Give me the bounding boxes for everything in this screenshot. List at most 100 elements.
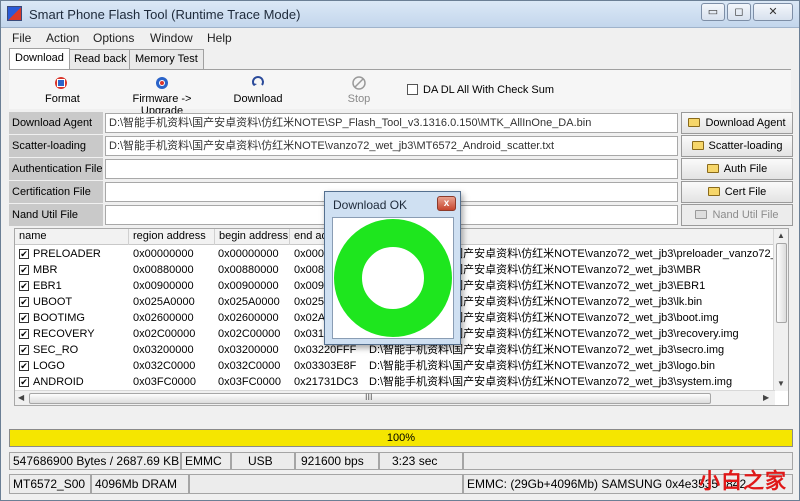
firmware-upgrade-button[interactable]: Firmware -> Upgrade (112, 76, 212, 117)
partition-name: UBOOT (33, 296, 73, 308)
table-row[interactable]: ✔ ANDROID 0x03FC0000 0x03FC0000 0x21731DC3 D:… (15, 374, 775, 390)
menu-bar: File Action Options Window Help (1, 29, 799, 48)
vertical-scrollbar[interactable]: ▲ ▼ (773, 229, 788, 391)
region-address: 0x03200000 (133, 344, 194, 356)
title-bar[interactable]: Smart Phone Flash Tool (Runtime Trace Mo… (1, 1, 799, 28)
dialog-close-button[interactable]: x (437, 196, 456, 211)
scatter-button-label: Scatter-loading (708, 140, 783, 152)
download-agent-button-label: Download Agent (705, 117, 786, 129)
scroll-down-icon[interactable]: ▼ (777, 379, 785, 388)
firmware-upgrade-icon (156, 77, 168, 89)
horizontal-scroll-thumb[interactable]: III (29, 392, 711, 404)
tab-download[interactable]: Download (9, 48, 70, 69)
download-agent-input[interactable]: D:\智能手机资料\国产安卓资料\仿红米NOTE\SP_Flash_Tool_v… (105, 113, 678, 133)
partition-name: EBR1 (33, 280, 62, 292)
status-baud: 921600 bps (295, 452, 379, 470)
da-dl-checksum-label: DA DL All With Check Sum (423, 84, 555, 96)
scatter-input[interactable]: D:\智能手机资料\国产安卓资料\仿红米NOTE\vanzo72_wet_jb3… (105, 136, 678, 156)
stop-icon (352, 76, 366, 90)
begin-address: 0x032C0000 (218, 360, 281, 372)
menu-help[interactable]: Help (207, 31, 232, 45)
region-address: 0x02C00000 (133, 328, 196, 340)
scatter-loading-button[interactable]: Scatter-loading (681, 135, 793, 157)
format-label: Format (45, 93, 80, 105)
begin-address: 0x00000000 (218, 248, 279, 260)
window-title: Smart Phone Flash Tool (Runtime Trace Mo… (29, 7, 301, 22)
nand-util-button[interactable]: Nand Util File (681, 204, 793, 226)
status-storage: EMMC (181, 452, 231, 470)
row-checkbox[interactable]: ✔ (19, 377, 29, 387)
progress-text: 100% (386, 432, 416, 444)
scatter-label: Scatter-loading File (9, 135, 103, 174)
horizontal-scrollbar[interactable]: ◀ III ▶ (15, 390, 775, 405)
auth-file-button[interactable]: Auth File (681, 158, 793, 180)
tab-memory-test[interactable]: Memory Test (129, 49, 204, 69)
status-bar-top: 547686900 Bytes / 2687.69 KB EMMC USB 92… (9, 452, 793, 470)
vertical-scroll-thumb[interactable] (776, 243, 787, 323)
col-begin-address[interactable]: begin address (215, 229, 290, 245)
partition-name: BOOTIMG (33, 312, 85, 324)
auth-input[interactable] (105, 159, 678, 179)
row-checkbox[interactable]: ✔ (19, 313, 29, 323)
menu-action[interactable]: Action (46, 31, 79, 45)
dialog-title: Download OK (333, 198, 408, 212)
folder-icon (707, 187, 720, 196)
scroll-right-icon[interactable]: ▶ (763, 393, 769, 402)
menu-options[interactable]: Options (93, 31, 134, 45)
format-button[interactable]: Format (45, 76, 80, 105)
tab-read-back[interactable]: Read back (68, 49, 133, 69)
download-button[interactable]: Download (233, 76, 283, 105)
end-address: 0x03303E8F (294, 360, 357, 372)
folder-icon (706, 164, 719, 173)
file-path: D:\智能手机资料\国产安卓资料\仿红米NOTE\vanzo72_wet_jb3… (369, 376, 733, 388)
row-checkbox[interactable]: ✔ (19, 361, 29, 371)
scroll-left-icon[interactable]: ◀ (18, 393, 24, 402)
row-checkbox[interactable]: ✔ (19, 297, 29, 307)
folder-icon (695, 210, 708, 219)
col-name[interactable]: name (15, 229, 129, 245)
close-button[interactable]: ✕ (753, 3, 793, 21)
menu-window[interactable]: Window (150, 31, 193, 45)
format-icon (55, 77, 67, 89)
region-address: 0x032C0000 (133, 360, 196, 372)
cert-file-button[interactable]: Cert File (681, 181, 793, 203)
partition-name: PRELOADER (33, 248, 101, 260)
download-ok-dialog: Download OK x (324, 191, 461, 345)
status-bar-bottom: MT6572_S00 4096Mb DRAM EMMC: (29Gb+4096M… (9, 474, 793, 494)
end-address: 0x21731DC3 (294, 376, 359, 388)
stop-button[interactable]: Stop (346, 76, 372, 105)
dialog-body (332, 217, 454, 339)
scroll-grip: III (365, 392, 373, 402)
nand-button-label: Nand Util File (712, 209, 779, 221)
download-agent-button[interactable]: Download Agent (681, 112, 793, 134)
row-checkbox[interactable]: ✔ (19, 265, 29, 275)
begin-address: 0x03FC0000 (218, 376, 281, 388)
region-address: 0x00900000 (133, 280, 194, 292)
row-checkbox[interactable]: ✔ (19, 329, 29, 339)
region-address: 0x00000000 (133, 248, 194, 260)
auth-row: Authentication File Auth File (9, 158, 793, 180)
region-address: 0x02600000 (133, 312, 194, 324)
toolbar: Format Firmware -> Upgrade Download Stop… (9, 69, 791, 117)
menu-file[interactable]: File (12, 31, 31, 45)
minimize-button[interactable]: ▭ (701, 3, 725, 21)
row-checkbox[interactable]: ✔ (19, 281, 29, 291)
partition-name: SEC_RO (33, 344, 79, 356)
download-arrow-icon (252, 76, 264, 86)
nand-label: Nand Util File (9, 204, 103, 226)
da-dl-checksum-checkbox[interactable] (407, 84, 418, 95)
begin-address: 0x00900000 (218, 280, 279, 292)
row-checkbox[interactable]: ✔ (19, 345, 29, 355)
scroll-up-icon[interactable]: ▲ (777, 231, 785, 240)
region-address: 0x03FC0000 (133, 376, 196, 388)
download-agent-label: Download Agent (9, 112, 103, 134)
restore-button[interactable]: ◻ (727, 3, 751, 21)
status-dram: 4096Mb DRAM (91, 474, 189, 494)
da-dl-checksum-option[interactable]: DA DL All With Check Sum (407, 84, 554, 96)
region-address: 0x025A0000 (133, 296, 195, 308)
folder-icon (691, 141, 704, 150)
row-checkbox[interactable]: ✔ (19, 249, 29, 259)
table-row[interactable]: ✔ LOGO 0x032C0000 0x032C0000 0x03303E8F D:\智能… (15, 358, 775, 374)
col-region-address[interactable]: region address (129, 229, 215, 245)
partition-name: LOGO (33, 360, 65, 372)
